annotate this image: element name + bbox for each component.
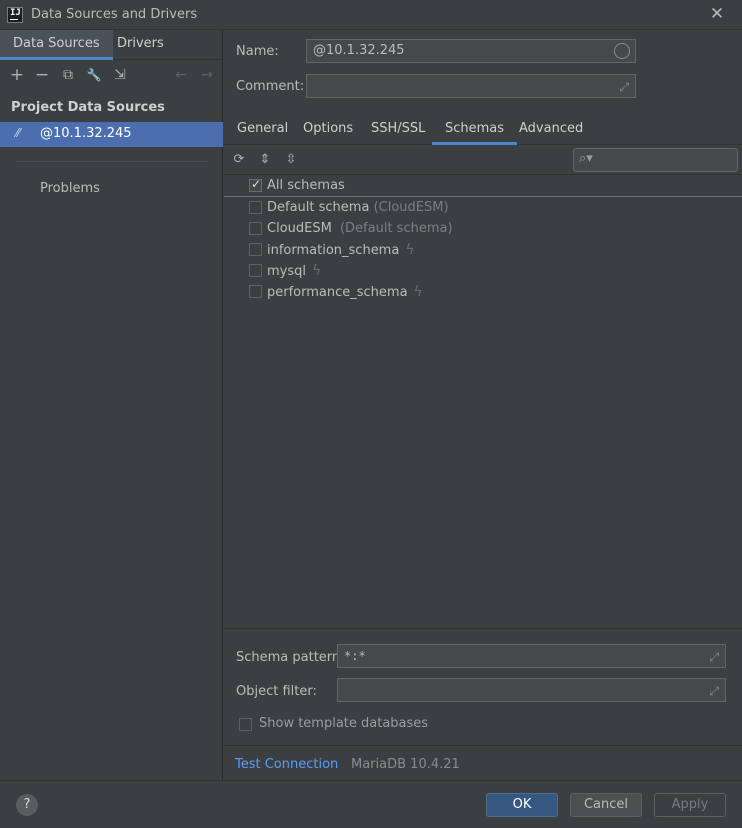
object-filter-label: Object filter: — [236, 684, 317, 699]
show-template-label: Show template databases — [259, 716, 429, 731]
schema-label-wrap: information_schema ϟ — [267, 242, 415, 258]
all-schemas-checkbox[interactable] — [249, 177, 262, 192]
add-icon[interactable]: + — [7, 65, 27, 85]
left-panel: Data Sources Drivers + − ⧉ 🔧 ⇲ ← → Proje… — [0, 30, 223, 780]
schema-label: performance_schema — [267, 285, 408, 300]
tab-data-sources[interactable]: Data Sources — [0, 30, 113, 60]
object-filter-field[interactable]: ⤢ — [337, 678, 726, 702]
schema-label-wrap: CloudESM (Default schema) — [267, 221, 453, 236]
remove-icon[interactable]: − — [32, 65, 52, 85]
show-template-databases[interactable]: Show template databases — [239, 716, 428, 731]
schema-label: CloudESM — [267, 221, 332, 236]
schema-checkbox[interactable] — [249, 201, 262, 214]
schema-pattern-value: *:* — [344, 649, 366, 663]
intellij-logo-icon — [7, 7, 23, 23]
tab-schemas[interactable]: Schemas — [432, 114, 518, 145]
dialog-footer: ? OK Cancel Apply — [0, 780, 742, 828]
schema-checkbox[interactable] — [249, 285, 262, 298]
schema-label: All schemas — [267, 178, 345, 193]
refresh-icon[interactable]: ⟳ — [230, 151, 248, 169]
data-source-label: @10.1.32.245 — [40, 126, 132, 141]
schema-checkbox[interactable] — [249, 243, 262, 256]
collapse-all-icon[interactable]: ⇳ — [282, 151, 300, 169]
name-value: @10.1.32.245 — [313, 43, 405, 58]
wrench-icon[interactable]: 🔧 — [84, 65, 104, 85]
help-icon[interactable]: ? — [16, 794, 38, 816]
connection-status-bar: Test Connection MariaDB 10.4.21 — [224, 745, 742, 780]
left-tabs: Data Sources Drivers — [0, 30, 223, 60]
import-icon[interactable]: ⇲ — [110, 65, 130, 85]
expand-icon[interactable]: ⤢ — [709, 680, 719, 702]
project-data-sources-header: Project Data Sources — [11, 100, 165, 115]
schema-list: All schemas Default schema (CloudESM) Cl… — [224, 176, 742, 628]
schema-search-input[interactable]: ⌕▾ — [573, 148, 738, 172]
lightning-icon: ϟ — [312, 263, 322, 279]
schema-label: Default schema — [267, 200, 370, 215]
comment-label: Comment: — [236, 79, 305, 94]
schema-checkbox[interactable] — [249, 264, 262, 277]
name-label: Name: — [236, 44, 279, 59]
divider — [16, 161, 208, 162]
schema-pattern-field[interactable]: *:* ⤢ — [337, 644, 726, 668]
schema-row[interactable]: CloudESM (Default schema) — [224, 219, 742, 240]
settings-tabs: General Options SSH/SSL Schemas Advanced — [224, 114, 742, 145]
schema-suffix: (Default schema) — [339, 221, 453, 236]
lightning-icon: ϟ — [413, 284, 423, 300]
schema-row[interactable]: Default schema (CloudESM) — [224, 198, 742, 219]
duplicate-icon[interactable]: ⧉ — [58, 65, 78, 85]
tab-advanced[interactable]: Advanced — [506, 114, 596, 145]
data-sources-toolbar: + − ⧉ 🔧 ⇲ ← → — [0, 60, 223, 90]
search-icon: ⌕▾ — [579, 151, 593, 166]
close-icon[interactable]: ✕ — [707, 4, 727, 24]
db-version: MariaDB 10.4.21 — [351, 757, 460, 772]
right-panel: Name: @10.1.32.245 Comment: ⤢ General Op… — [224, 30, 742, 780]
cancel-button[interactable]: Cancel — [570, 793, 642, 817]
tab-options[interactable]: Options — [290, 114, 366, 145]
expand-all-icon[interactable]: ⇕ — [256, 151, 274, 169]
mariadb-icon: ⁄⁄ — [16, 126, 21, 140]
apply-button[interactable]: Apply — [654, 793, 726, 817]
problems-item[interactable]: Problems — [40, 181, 100, 196]
forward-arrow-icon[interactable]: → — [197, 65, 217, 85]
schema-row[interactable]: information_schema ϟ — [224, 240, 742, 261]
schema-row[interactable]: mysql ϟ — [224, 261, 742, 282]
schema-row[interactable]: performance_schema ϟ — [224, 282, 742, 303]
ok-button[interactable]: OK — [486, 793, 558, 817]
lightning-icon: ϟ — [405, 242, 415, 258]
schemas-toolbar: ⟳ ⇕ ⇳ ⌕▾ — [224, 145, 742, 175]
schema-row[interactable]: All schemas — [224, 176, 742, 197]
title-bar: Data Sources and Drivers ✕ — [0, 0, 742, 30]
tab-ssh-ssl[interactable]: SSH/SSL — [358, 114, 438, 145]
expand-icon[interactable]: ⤢ — [709, 646, 719, 668]
tab-drivers[interactable]: Drivers — [104, 30, 177, 60]
comment-field[interactable]: ⤢ — [306, 74, 636, 98]
test-connection-link[interactable]: Test Connection — [235, 757, 338, 772]
schema-label: information_schema — [267, 243, 400, 258]
schema-label-wrap: performance_schema ϟ — [267, 284, 423, 300]
show-template-checkbox[interactable] — [239, 718, 252, 731]
schema-label: mysql — [267, 264, 306, 279]
back-arrow-icon[interactable]: ← — [171, 65, 191, 85]
name-field[interactable]: @10.1.32.245 — [306, 39, 636, 63]
schema-checkbox[interactable] — [249, 222, 262, 235]
schema-label-wrap: mysql ϟ — [267, 263, 321, 279]
expand-icon[interactable]: ⤢ — [619, 76, 629, 98]
window-title: Data Sources and Drivers — [31, 7, 198, 22]
color-circle-icon[interactable] — [614, 43, 630, 59]
schema-label-wrap: Default schema (CloudESM) — [267, 200, 449, 215]
schema-suffix: (CloudESM) — [373, 200, 449, 215]
schema-pattern-label: Schema pattern: — [236, 650, 345, 665]
data-source-item[interactable]: ⁄⁄ @10.1.32.245 — [0, 122, 223, 147]
